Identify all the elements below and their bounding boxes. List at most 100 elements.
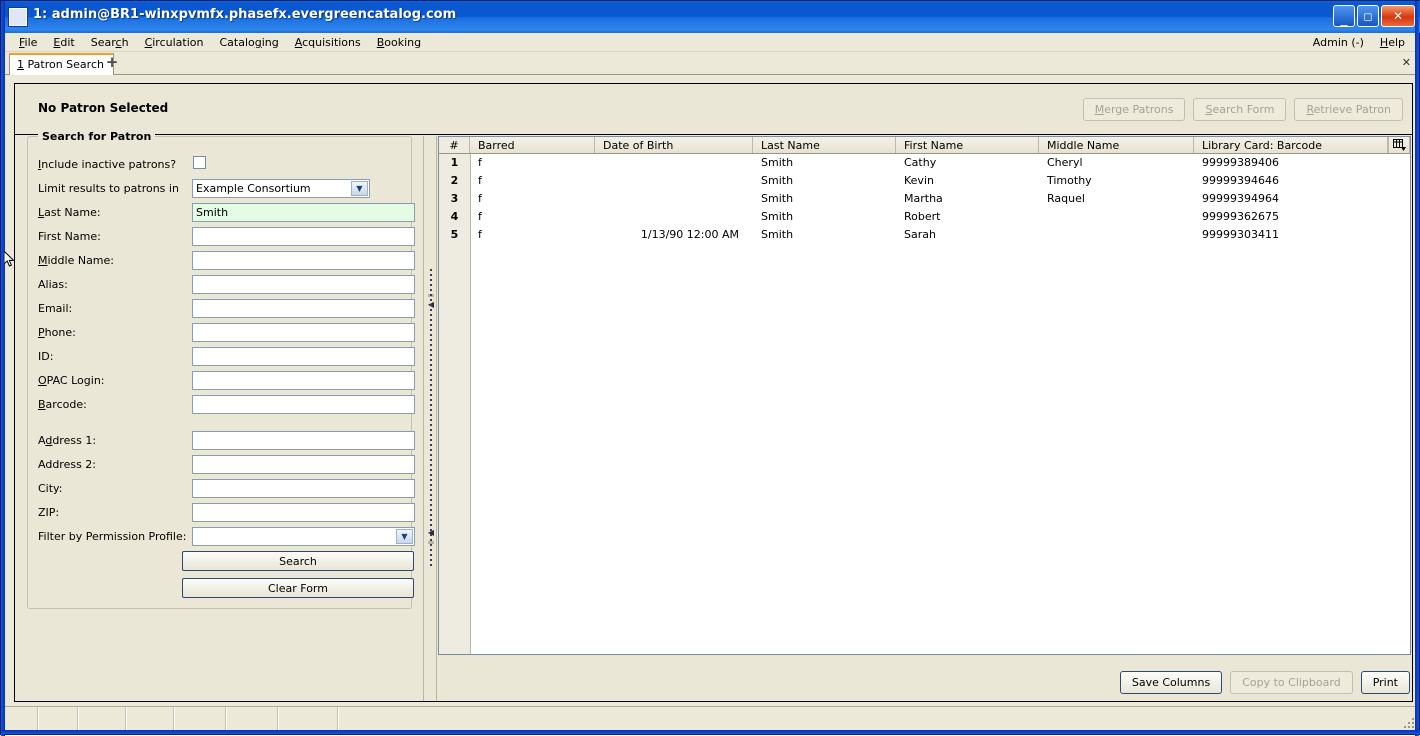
middle-name-input[interactable] bbox=[192, 251, 415, 270]
tab-patron-search[interactable]: 1 Patron Search bbox=[9, 53, 114, 75]
form-row-limit-results-to-patrons-in: Limit results to patrons in Example Conso… bbox=[38, 179, 403, 199]
patron-action-buttons: Merge Patrons Search Form Retrieve Patron bbox=[1082, 98, 1403, 121]
form-label: Address 1: bbox=[38, 434, 97, 447]
menu-item-edit[interactable]: Edit bbox=[45, 34, 82, 51]
column-header-library-card-barcode[interactable]: Library Card: Barcode bbox=[1194, 137, 1388, 153]
cell-barred: f bbox=[478, 156, 482, 169]
tab-strip: 1 Patron Search + ✕ bbox=[5, 52, 1417, 75]
menu-item-acquisitions[interactable]: Acquisitions bbox=[287, 34, 369, 51]
form-row-include-inactive-patrons: Include inactive patrons? bbox=[38, 155, 403, 175]
barcode-input[interactable] bbox=[192, 395, 415, 414]
column-header-first-name[interactable]: First Name bbox=[896, 137, 1039, 153]
city-input[interactable] bbox=[192, 479, 415, 498]
form-row-last-name: Last Name: bbox=[38, 203, 415, 223]
resize-grip-icon[interactable] bbox=[1400, 714, 1414, 728]
cell-first: Robert bbox=[904, 210, 941, 223]
splitter-grip[interactable] bbox=[430, 269, 432, 569]
opac-login-input[interactable] bbox=[192, 371, 415, 390]
maximize-button[interactable]: ◻ bbox=[1357, 5, 1379, 27]
column-header-last-name[interactable]: Last Name bbox=[753, 137, 896, 153]
form-label: Last Name: bbox=[38, 206, 101, 219]
chevron-down-icon[interactable]: ▼ bbox=[396, 529, 413, 544]
collapse-right-icon[interactable]: ◀ bbox=[427, 529, 435, 537]
menu-item-cataloging[interactable]: Cataloging bbox=[211, 34, 286, 51]
print-button[interactable]: Print bbox=[1360, 671, 1410, 694]
phone-input[interactable] bbox=[192, 323, 415, 342]
table-row[interactable]: 5 f 1/13/90 12:00 AM Smith Sarah 99999303411 bbox=[439, 226, 1410, 244]
form-row-city: City: bbox=[38, 479, 415, 499]
status-cell-5 bbox=[227, 707, 279, 730]
clear-form-button[interactable]: Clear Form bbox=[182, 578, 414, 598]
patron-search-frame: No Patron Selected Merge Patrons Search F… bbox=[14, 83, 1413, 702]
column-header-middle-name[interactable]: Middle Name bbox=[1039, 137, 1194, 153]
alias-input[interactable] bbox=[192, 275, 415, 294]
patron-status-label: No Patron Selected bbox=[38, 101, 169, 115]
status-cell-3 bbox=[127, 707, 175, 730]
menu-bar: File Edit Search Circulation Cataloging Acqui… bbox=[5, 33, 1417, 52]
title-bar[interactable]: 1: admin@BR1-winxpvmfx.phasefx.evergreen… bbox=[1, 1, 1420, 33]
save-columns-button[interactable]: Save Columns bbox=[1119, 671, 1223, 694]
column-header-barred[interactable]: Barred bbox=[470, 137, 595, 153]
chevron-down-icon[interactable]: ▼ bbox=[351, 181, 368, 196]
status-cell-4 bbox=[175, 707, 227, 730]
first-name-input[interactable] bbox=[192, 227, 415, 246]
tab-label: Patron Search bbox=[27, 58, 104, 71]
permission-profile-select[interactable]: ▼ bbox=[192, 527, 415, 546]
results-action-buttons: Save Columns Copy to Clipboard Print bbox=[1119, 671, 1410, 694]
column-header-date-of-birth[interactable]: Date of Birth bbox=[595, 137, 753, 153]
include-inactive-checkbox[interactable] bbox=[193, 156, 206, 169]
cell-middle bbox=[1039, 208, 1194, 226]
table-row[interactable]: 2 f Smith Kevin Timothy 99999394646 bbox=[439, 172, 1410, 190]
id-input[interactable] bbox=[192, 347, 415, 366]
menu-right-items: Admin (-) Help bbox=[1305, 33, 1413, 52]
address-2-input[interactable] bbox=[192, 455, 415, 474]
form-row-id: ID: bbox=[38, 347, 415, 367]
column-header-number[interactable]: # bbox=[439, 137, 470, 153]
address-1-input[interactable] bbox=[192, 431, 415, 450]
window-border-left bbox=[1, 1, 5, 736]
minimize-icon: _ bbox=[1340, 11, 1348, 27]
zip-input[interactable] bbox=[192, 503, 415, 522]
cell-num: 5 bbox=[439, 226, 470, 244]
cell-barred: f bbox=[478, 228, 482, 241]
email-input[interactable] bbox=[192, 299, 415, 318]
menu-item-help[interactable]: Help bbox=[1372, 34, 1413, 51]
cell-last: Smith bbox=[761, 228, 794, 241]
cell-barcode: 99999394964 bbox=[1202, 192, 1279, 205]
form-label: Address 2: bbox=[38, 458, 97, 471]
cell-last: Smith bbox=[761, 174, 794, 187]
table-row[interactable]: 3 f Smith Martha Raquel 99999394964 bbox=[439, 190, 1410, 208]
window-border-bottom bbox=[1, 730, 1420, 734]
results-table-body: 1 f Smith Cathy Cheryl 99999389406 2 f Smith Kevi… bbox=[439, 154, 1410, 244]
cell-barcode: 99999362675 bbox=[1202, 210, 1279, 223]
cell-middle: Timothy bbox=[1047, 174, 1092, 187]
copy-to-clipboard-button: Copy to Clipboard bbox=[1230, 671, 1353, 694]
library-scope-select[interactable]: Example Consortium ▼ bbox=[192, 179, 370, 198]
last-name-input[interactable] bbox=[192, 203, 415, 222]
search-pane: Search for Patron Include inactive patro… bbox=[15, 130, 423, 701]
form-label: City: bbox=[38, 482, 63, 495]
close-tab-icon[interactable]: ✕ bbox=[1402, 56, 1411, 69]
status-cell-1 bbox=[39, 707, 79, 730]
column-picker-icon[interactable] bbox=[1388, 137, 1410, 153]
minimize-button[interactable]: _ bbox=[1333, 5, 1355, 27]
menu-item-admin[interactable]: Admin (-) bbox=[1305, 34, 1372, 51]
cell-last: Smith bbox=[761, 156, 794, 169]
menu-item-file[interactable]: File bbox=[11, 34, 45, 51]
form-label: Alias: bbox=[38, 278, 68, 291]
close-button[interactable]: ✕ bbox=[1381, 5, 1415, 27]
table-row[interactable]: 1 f Smith Cathy Cheryl 99999389406 bbox=[439, 154, 1410, 172]
menu-item-circulation[interactable]: Circulation bbox=[137, 34, 212, 51]
menu-item-booking[interactable]: Booking bbox=[369, 34, 429, 51]
merge-patrons-button: Merge Patrons bbox=[1082, 98, 1186, 121]
form-row-phone: Phone: bbox=[38, 323, 415, 343]
search-button[interactable]: Search bbox=[182, 551, 414, 571]
menu-item-search[interactable]: Search bbox=[83, 34, 137, 51]
new-tab-button[interactable]: + bbox=[104, 55, 120, 71]
form-row-alias: Alias: bbox=[38, 275, 415, 295]
cell-num: 1 bbox=[439, 154, 470, 172]
splitter-nub-bottom bbox=[428, 541, 434, 544]
pane-splitter[interactable]: ◀ ◀ bbox=[423, 136, 437, 701]
table-row[interactable]: 4 f Smith Robert 99999362675 bbox=[439, 208, 1410, 226]
cell-dob bbox=[595, 172, 753, 190]
